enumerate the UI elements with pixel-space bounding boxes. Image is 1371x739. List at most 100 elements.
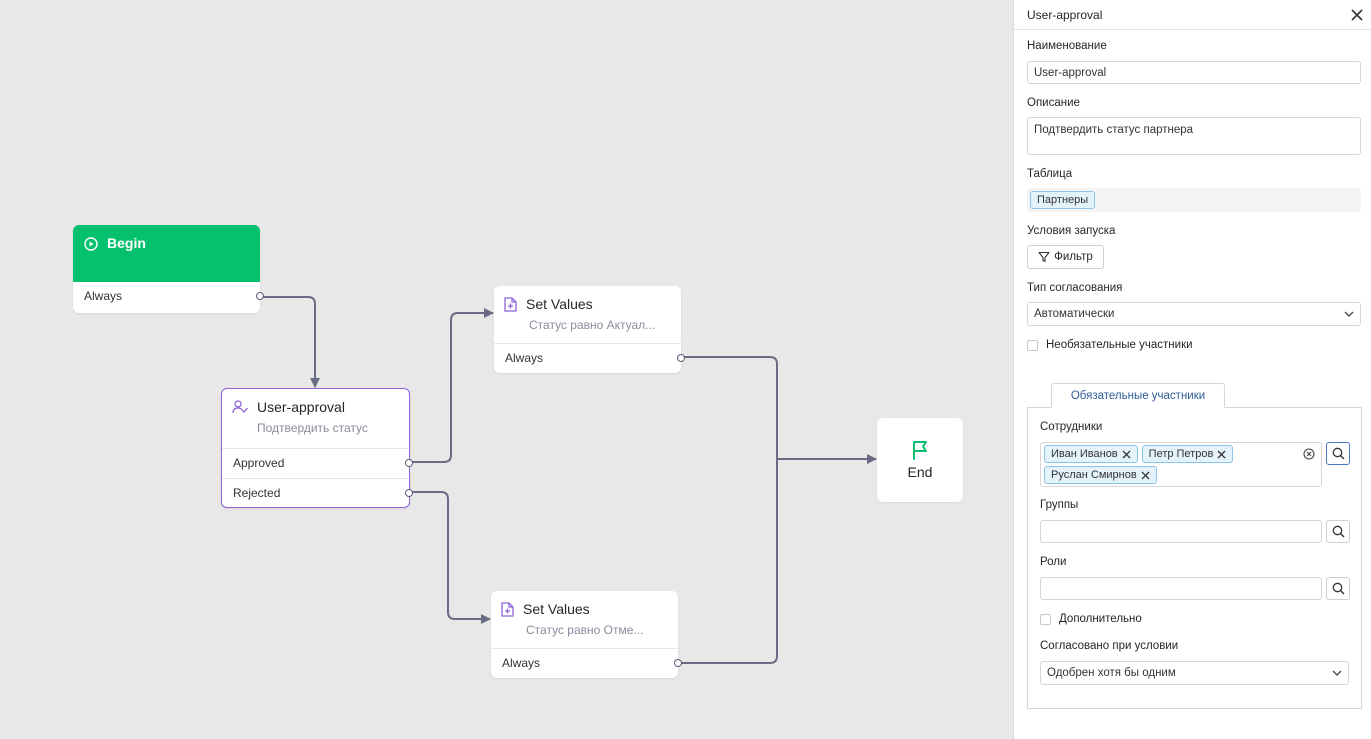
employees-search-button[interactable] <box>1326 442 1350 465</box>
additional-checkbox[interactable]: Дополнительно <box>1040 613 1142 625</box>
begin-node[interactable]: Begin Always <box>73 225 264 313</box>
description-label: Описание <box>1027 97 1080 109</box>
begin-node-header: Begin <box>73 225 260 282</box>
output-port[interactable] <box>256 292 264 300</box>
employees-label: Сотрудники <box>1040 421 1103 433</box>
employee-tag: Петр Петров <box>1141 445 1234 463</box>
output-label: Always <box>502 656 541 670</box>
roles-label: Роли <box>1040 556 1067 568</box>
approval-output-rejected: Rejected <box>222 478 413 508</box>
groups-label: Группы <box>1040 499 1079 511</box>
launch-conditions-label: Условия запуска <box>1027 225 1116 237</box>
condition-label: Согласовано при условии <box>1040 640 1179 652</box>
approval-type-select[interactable]: Автоматически <box>1027 302 1361 326</box>
roles-search-button[interactable] <box>1326 577 1350 600</box>
name-input-value: User-approval <box>1034 66 1107 79</box>
clear-all-icon[interactable] <box>1303 448 1315 460</box>
properties-panel: User-approval Наименование User-approval… <box>1013 0 1371 739</box>
table-tag-label: Партнеры <box>1037 194 1089 206</box>
name-input[interactable]: User-approval <box>1027 61 1361 84</box>
checkbox-box[interactable] <box>1027 339 1038 351</box>
output-label: Always <box>505 351 544 365</box>
output-port[interactable] <box>405 489 413 497</box>
employee-tag-label: Иван Иванов <box>1051 448 1118 460</box>
description-textarea[interactable]: Подтвердить статус партнера <box>1027 117 1361 155</box>
employee-tag: Иван Иванов <box>1044 445 1138 463</box>
edge-setvalues-2-to-end <box>678 459 778 664</box>
filter-button-label: Фильтр <box>1054 251 1093 263</box>
approval-type-label: Тип согласования <box>1027 282 1123 294</box>
panel-header: User-approval <box>1014 0 1371 30</box>
checkbox-box[interactable] <box>1040 613 1051 625</box>
description-value: Подтвердить статус партнера <box>1034 124 1194 136</box>
user-approval-node-header: User-approval Подтвердить статус <box>222 389 409 448</box>
approval-output-approved: Approved <box>222 448 413 478</box>
filter-button[interactable]: Фильтр <box>1027 245 1104 269</box>
workflow-canvas[interactable]: Begin Always User-approval Подтвердить с… <box>0 0 1013 739</box>
table-label: Таблица <box>1027 168 1073 180</box>
employee-tag-label: Руслан Смирнов <box>1051 469 1137 481</box>
groups-search-button[interactable] <box>1326 520 1350 543</box>
end-node[interactable]: End <box>877 418 963 502</box>
search-icon <box>1332 525 1344 538</box>
table-tag: Партнеры <box>1030 191 1096 209</box>
begin-output-always: Always <box>73 282 264 312</box>
chevron-down-icon <box>1344 311 1354 317</box>
user-approval-title: User-approval <box>257 399 345 415</box>
output-port[interactable] <box>674 659 682 667</box>
remove-tag-icon[interactable] <box>1122 450 1131 459</box>
remove-tag-icon[interactable] <box>1217 450 1226 459</box>
set-values-title: Set Values <box>526 296 593 312</box>
employee-tag-label: Петр Петров <box>1148 448 1214 460</box>
remove-tag-icon[interactable] <box>1141 471 1150 480</box>
condition-select[interactable]: Одобрен хотя бы одним <box>1040 661 1349 685</box>
play-circle-icon <box>84 237 98 251</box>
document-edit-icon <box>501 601 514 617</box>
set-values-1-output-always: Always <box>494 343 685 373</box>
search-icon <box>1332 582 1344 595</box>
user-approval-node[interactable]: User-approval Подтвердить статус Approve… <box>221 388 413 508</box>
set-values-subtitle: Статус равно Отме... <box>526 623 644 637</box>
chevron-down-icon <box>1332 670 1342 676</box>
edge-approved-to-setvalues-1 <box>410 308 494 463</box>
set-values-2-output-always: Always <box>491 648 682 678</box>
output-label: Rejected <box>233 486 281 500</box>
set-values-title: Set Values <box>523 601 590 617</box>
set-values-node-2-header: Set Values Статус равно Отме... <box>491 591 678 648</box>
tab-required-participants[interactable]: Обязательные участники <box>1051 383 1225 408</box>
set-values-subtitle: Статус равно Актуал... <box>529 318 656 332</box>
condition-value: Одобрен хотя бы одним <box>1047 667 1176 679</box>
optional-participants-checkbox[interactable]: Необязательные участники <box>1027 339 1193 351</box>
search-icon <box>1332 447 1344 460</box>
output-label: Always <box>84 289 123 303</box>
output-label: Approved <box>233 456 285 470</box>
set-values-node-2[interactable]: Set Values Статус равно Отме... Always <box>491 591 682 678</box>
additional-label: Дополнительно <box>1059 613 1142 625</box>
employee-tag: Руслан Смирнов <box>1044 466 1157 484</box>
tab-label: Обязательные участники <box>1070 389 1206 402</box>
set-values-node-1[interactable]: Set Values Статус равно Актуал... Always <box>494 286 685 373</box>
optional-participants-label: Необязательные участники <box>1046 339 1193 351</box>
filter-icon <box>1038 251 1050 263</box>
set-values-node-1-header: Set Values Статус равно Актуал... <box>494 286 681 343</box>
panel-title: User-approval <box>1027 7 1103 22</box>
employees-multiselect[interactable]: Иван Иванов Петр Петров Руслан Смирнов <box>1040 442 1322 487</box>
user-check-icon <box>232 400 248 414</box>
output-port[interactable] <box>405 459 413 467</box>
edge-begin-to-approval <box>260 296 320 388</box>
document-edit-icon <box>504 296 517 312</box>
table-field: Партнеры <box>1027 188 1361 212</box>
groups-input[interactable] <box>1040 520 1322 543</box>
close-icon[interactable] <box>1349 7 1365 23</box>
roles-input[interactable] <box>1040 577 1322 600</box>
user-approval-subtitle: Подтвердить статус <box>257 421 368 435</box>
output-port[interactable] <box>677 354 685 362</box>
edge-rejected-to-setvalues-2 <box>410 491 491 624</box>
begin-node-title: Begin <box>107 235 146 251</box>
required-participants-tab-panel: Сотрудники Иван Иванов Петр Петров Русла… <box>1027 407 1362 709</box>
flag-icon <box>913 441 927 460</box>
name-label: Наименование <box>1027 40 1107 52</box>
approval-type-value: Автоматически <box>1034 308 1115 320</box>
edge-setvalues-1-to-end <box>681 356 877 464</box>
end-node-title: End <box>907 464 933 480</box>
